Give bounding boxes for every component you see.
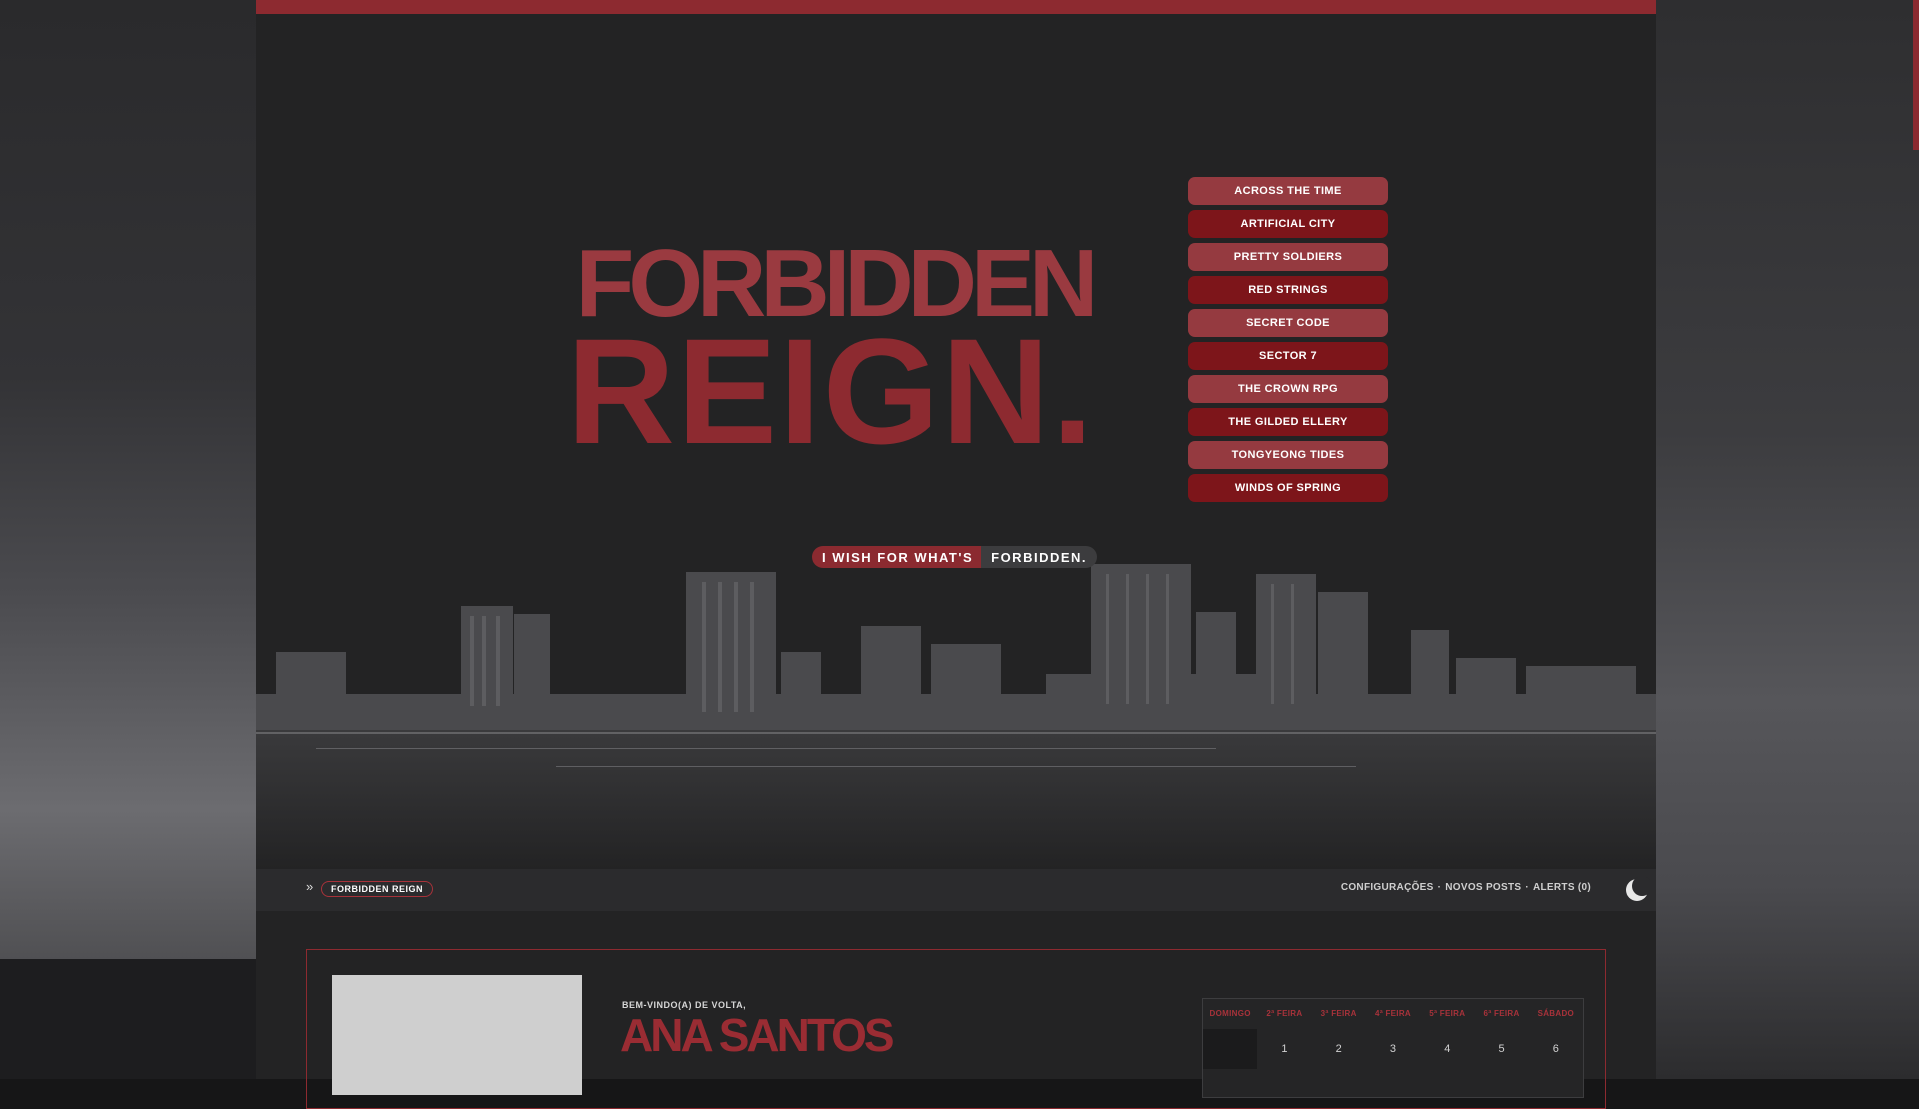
weekday-label: 5ª FEIRA bbox=[1429, 1009, 1466, 1018]
calendar-header: DOMINGO 2ª FEIRA 3ª FEIRA 4ª FEIRA 5ª FE… bbox=[1203, 999, 1583, 1029]
weekday-label: 6ª FEIRA bbox=[1483, 1009, 1520, 1018]
calendar-day[interactable]: 4 bbox=[1420, 1029, 1474, 1069]
top-accent-bar bbox=[256, 0, 1656, 14]
nav-item-winds-of-spring[interactable]: WINDS OF SPRING bbox=[1188, 474, 1388, 502]
forum-wrapper: FORBIDDEN REIGN. ACROSS THE TIME ARTIFIC… bbox=[256, 0, 1656, 1109]
calendar: DOMINGO 2ª FEIRA 3ª FEIRA 4ª FEIRA 5ª FE… bbox=[1202, 998, 1584, 1098]
weekday-label: 4ª FEIRA bbox=[1374, 1009, 1411, 1018]
site-tagline: I WISH FOR WHAT'S FORBIDDEN. bbox=[812, 546, 1098, 568]
nav-item-pretty-soldiers[interactable]: PRETTY SOLDIERS bbox=[1188, 243, 1388, 271]
separator: · bbox=[1525, 882, 1529, 893]
header-banner: FORBIDDEN REIGN. ACROSS THE TIME ARTIFIC… bbox=[256, 14, 1656, 869]
calendar-week: 1 2 3 4 5 6 bbox=[1203, 1029, 1583, 1069]
calendar-day[interactable]: 1 bbox=[1257, 1029, 1311, 1069]
user-links: CONFIGURAÇÕES · NOVOS POSTS · ALERTS (0) bbox=[1341, 882, 1591, 893]
calendar-day[interactable]: 6 bbox=[1529, 1029, 1583, 1069]
new-posts-link[interactable]: NOVOS POSTS bbox=[1445, 882, 1521, 893]
nav-item-the-gilded-ellery[interactable]: THE GILDED ELLERY bbox=[1188, 408, 1388, 436]
calendar-day[interactable]: 3 bbox=[1366, 1029, 1420, 1069]
affiliates-nav: ACROSS THE TIME ARTIFICIAL CITY PRETTY S… bbox=[1188, 177, 1388, 507]
calendar-day[interactable]: 5 bbox=[1474, 1029, 1528, 1069]
weekday-label: 3ª FEIRA bbox=[1320, 1009, 1357, 1018]
nav-item-across-the-time[interactable]: ACROSS THE TIME bbox=[1188, 177, 1388, 205]
nav-item-the-crown-rpg[interactable]: THE CROWN RPG bbox=[1188, 375, 1388, 403]
site-title-line2: REIGN. bbox=[566, 307, 1096, 475]
settings-link[interactable]: CONFIGURAÇÕES bbox=[1341, 882, 1434, 893]
alerts-link[interactable]: ALERTS (0) bbox=[1533, 882, 1591, 893]
welcome-username: ANA SANTOS bbox=[620, 1009, 895, 1061]
nav-item-tongyeong-tides[interactable]: TONGYEONG TIDES bbox=[1188, 441, 1388, 469]
weekday-label: 2ª FEIRA bbox=[1266, 1009, 1303, 1018]
nav-item-secret-code[interactable]: SECRET CODE bbox=[1188, 309, 1388, 337]
calendar-day[interactable]: 2 bbox=[1312, 1029, 1366, 1069]
breadcrumb-arrow-icon: » bbox=[306, 879, 314, 894]
weekday-label: DOMINGO bbox=[1209, 1009, 1251, 1018]
breadcrumb-home-link[interactable]: FORBIDDEN REIGN bbox=[321, 881, 434, 897]
nav-item-red-strings[interactable]: RED STRINGS bbox=[1188, 276, 1388, 304]
nav-item-sector-7[interactable]: SECTOR 7 bbox=[1188, 342, 1388, 370]
breadcrumb-bar: » FORBIDDEN REIGN CONFIGURAÇÕES · NOVOS … bbox=[256, 869, 1656, 911]
moon-icon[interactable] bbox=[1624, 877, 1650, 903]
calendar-day-empty bbox=[1203, 1029, 1258, 1069]
city-skyline-image bbox=[256, 534, 1656, 869]
separator: · bbox=[1437, 882, 1442, 893]
left-background-art bbox=[0, 0, 256, 1079]
weekday-label: SÁBADO bbox=[1537, 1009, 1575, 1018]
right-accent-strip bbox=[1913, 0, 1919, 150]
avatar bbox=[332, 975, 582, 1095]
tagline-part1: I WISH FOR WHAT'S bbox=[812, 546, 982, 568]
tagline-part2: FORBIDDEN. bbox=[981, 546, 1098, 568]
welcome-panel: BEM-VINDO(A) DE VOLTA, ANA SANTOS DOMING… bbox=[306, 949, 1606, 1109]
nav-item-artificial-city[interactable]: ARTIFICIAL CITY bbox=[1188, 210, 1388, 238]
right-background-art bbox=[1656, 0, 1919, 1079]
